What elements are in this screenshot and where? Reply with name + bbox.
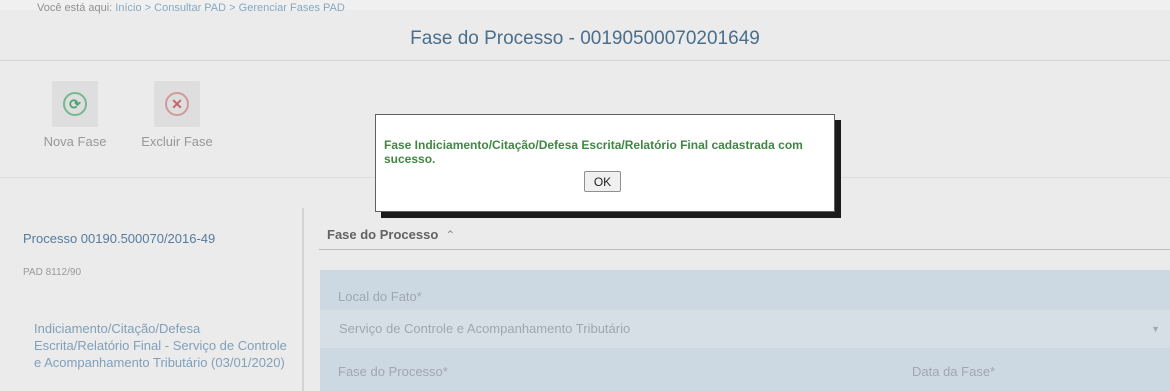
ok-button[interactable]: OK bbox=[584, 171, 621, 192]
success-message: Fase Indiciamento/Citação/Defesa Escrita… bbox=[384, 138, 803, 166]
success-dialog: Fase Indiciamento/Citação/Defesa Escrita… bbox=[375, 114, 835, 212]
